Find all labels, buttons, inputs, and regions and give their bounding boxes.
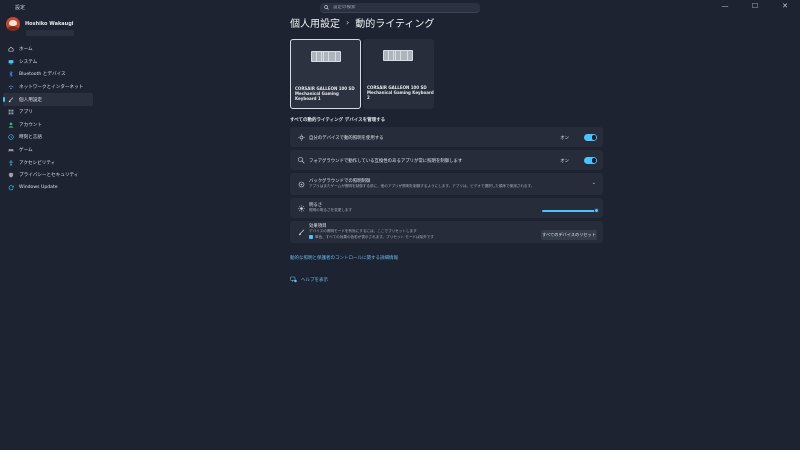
setting-description: 照明の明るさを変更します [309, 208, 353, 212]
setting-label: フォアグラウンドで動作している互換性のあるアプリが常に照明を制御します [309, 159, 463, 164]
sidebar-item-label: ネットワークとインターネット [19, 85, 84, 91]
search-input[interactable] [333, 5, 473, 10]
dynamic-lighting-toggle[interactable] [584, 134, 597, 141]
sidebar-item-privacy[interactable]: プライバシーとセキュリティ [3, 169, 93, 182]
close-button[interactable]: ✕ [780, 2, 790, 10]
search-icon [324, 5, 329, 10]
sidebar-item-label: アカウント [19, 122, 42, 128]
keyboard-icon [383, 50, 413, 61]
section-heading: すべての動的ライティング デバイスを管理する [290, 118, 386, 123]
search-box[interactable] [320, 3, 480, 13]
brush-icon [297, 228, 305, 236]
background-control-icon [297, 180, 305, 188]
sidebar-item-label: Windows Update [19, 185, 58, 191]
app-title: 設定 [15, 5, 26, 11]
sidebar-item-update[interactable]: Windows Update [3, 182, 93, 195]
sidebar-item-time-language[interactable]: 時刻と言語 [3, 131, 93, 144]
help-icon [290, 276, 297, 283]
accounts-icon [8, 122, 14, 128]
device-card-keyboard-2[interactable]: CORSAIR GALLEON 100 SD Mechanical Gaming… [363, 39, 434, 109]
setting-description: アプリはまたゲームが照明を制御する前に、他のアプリが照明を制御するようにします。… [309, 184, 535, 188]
device-name: CORSAIR GALLEON 100 SD Mechanical Gaming… [367, 85, 434, 100]
reset-all-devices-button[interactable]: すべてのデバイスのリセット [541, 230, 597, 240]
foreground-apps-toggle[interactable] [584, 157, 597, 164]
sidebar-item-home[interactable]: ホーム [3, 43, 93, 56]
setting-label: 自分のデバイスで動的照明を使用する [309, 136, 384, 141]
apps-icon [8, 109, 14, 115]
sidebar-nav: ホームシステム Bluetooth とデバイスネットワークとインターネット 個人用設… [3, 43, 93, 194]
accessibility-icon [8, 160, 14, 166]
bluetooth-icon [8, 71, 14, 78]
app-control-icon [297, 156, 305, 164]
update-icon [8, 185, 14, 191]
brightness-slider-thumb[interactable] [594, 208, 599, 213]
network-icon [8, 84, 14, 90]
avatar [6, 17, 20, 31]
breadcrumb-separator: › [346, 18, 350, 27]
sidebar-item-label: 時刻と言語 [19, 135, 42, 141]
sidebar-item-apps[interactable]: アプリ [3, 106, 93, 119]
toggle-state-text: オン [560, 136, 569, 141]
sidebar-item-label: ゲーム [19, 148, 33, 154]
sidebar-item-personalization[interactable]: 個人用設定 [3, 93, 93, 106]
help-link[interactable]: ヘルプを表示 [290, 276, 328, 283]
profile-name: Hoshiko Wakaugi [25, 21, 74, 27]
minimize-button[interactable]: — [720, 2, 730, 10]
maximize-button[interactable]: ☐ [750, 2, 760, 10]
toggle-state-text: オン [560, 159, 569, 164]
sidebar-item-label: システム [19, 59, 38, 65]
setting-note: 単色、すべての効果の色彩が表示されます。プリセット モードは除外です [315, 235, 434, 239]
sun-icon [297, 133, 305, 141]
sidebar-item-bluetooth[interactable]: Bluetooth とデバイス [3, 68, 93, 81]
personalization-icon [8, 97, 14, 103]
system-icon [8, 59, 14, 65]
setting-use-dynamic-lighting: 自分のデバイスで動的照明を使用する オン [290, 127, 603, 147]
setting-foreground-apps-control: フォアグラウンドで動作している互換性のあるアプリが常に照明を制御します オン [290, 150, 603, 170]
setting-effects: 効果項目 デバイスの照明モードを有効にするには、ここでプリセットします 単色、す… [290, 221, 603, 243]
brightness-icon [297, 204, 305, 212]
profile-email-redacted [26, 30, 74, 36]
title-bar: 設定 — ☐ ✕ [0, 0, 800, 16]
sidebar-item-label: 個人用設定 [19, 97, 42, 103]
more-info-link[interactable]: 動的な照明と保護者のコントロールに関する詳細情報 [290, 255, 398, 261]
check-icon [309, 235, 313, 239]
help-text: ヘルプを表示 [301, 277, 328, 283]
breadcrumb: 個人用設定 › 動的ライティング [290, 15, 434, 30]
chevron-down-icon[interactable]: ⌄ [592, 180, 596, 186]
setting-background-control[interactable]: バックグラウンドでの照明制御 アプリはまたゲームが照明を制御する前に、他のアプリ… [290, 173, 603, 195]
time-language-icon [8, 134, 14, 141]
keyboard-icon [311, 51, 341, 62]
sidebar-item-accessibility[interactable]: アクセシビリティ [3, 156, 93, 169]
sidebar-item-network[interactable]: ネットワークとインターネット [3, 81, 93, 94]
home-icon [8, 46, 14, 52]
sidebar-item-accounts[interactable]: アカウント [3, 119, 93, 132]
gaming-icon [8, 147, 14, 153]
breadcrumb-parent[interactable]: 個人用設定 [290, 15, 340, 30]
window-controls: — ☐ ✕ [720, 2, 790, 10]
sidebar-item-gaming[interactable]: ゲーム [3, 144, 93, 157]
setting-brightness: 明るさ 照明の明るさを変更します [290, 198, 603, 218]
device-card-keyboard-1[interactable]: CORSAIR GALLEON 100 SD Mechanical Gaming… [290, 39, 361, 109]
sidebar-item-label: Bluetooth とデバイス [19, 72, 66, 78]
device-name: CORSAIR GALLEON 100 SD Mechanical Gaming… [295, 86, 355, 101]
sidebar-item-label: プライバシーとセキュリティ [19, 173, 79, 179]
user-profile[interactable]: Hoshiko Wakaugi [6, 17, 74, 31]
page-title: 動的ライティング [355, 19, 435, 30]
brightness-slider-track[interactable] [542, 210, 596, 212]
sidebar-item-label: アクセシビリティ [19, 160, 56, 166]
setting-description: デバイスの照明モードを有効にするには、ここでプリセットします [309, 229, 417, 233]
sidebar-item-system[interactable]: システム [3, 56, 93, 69]
sidebar-item-label: ホーム [19, 47, 33, 53]
sidebar-item-label: アプリ [19, 110, 33, 116]
privacy-icon [8, 172, 14, 178]
